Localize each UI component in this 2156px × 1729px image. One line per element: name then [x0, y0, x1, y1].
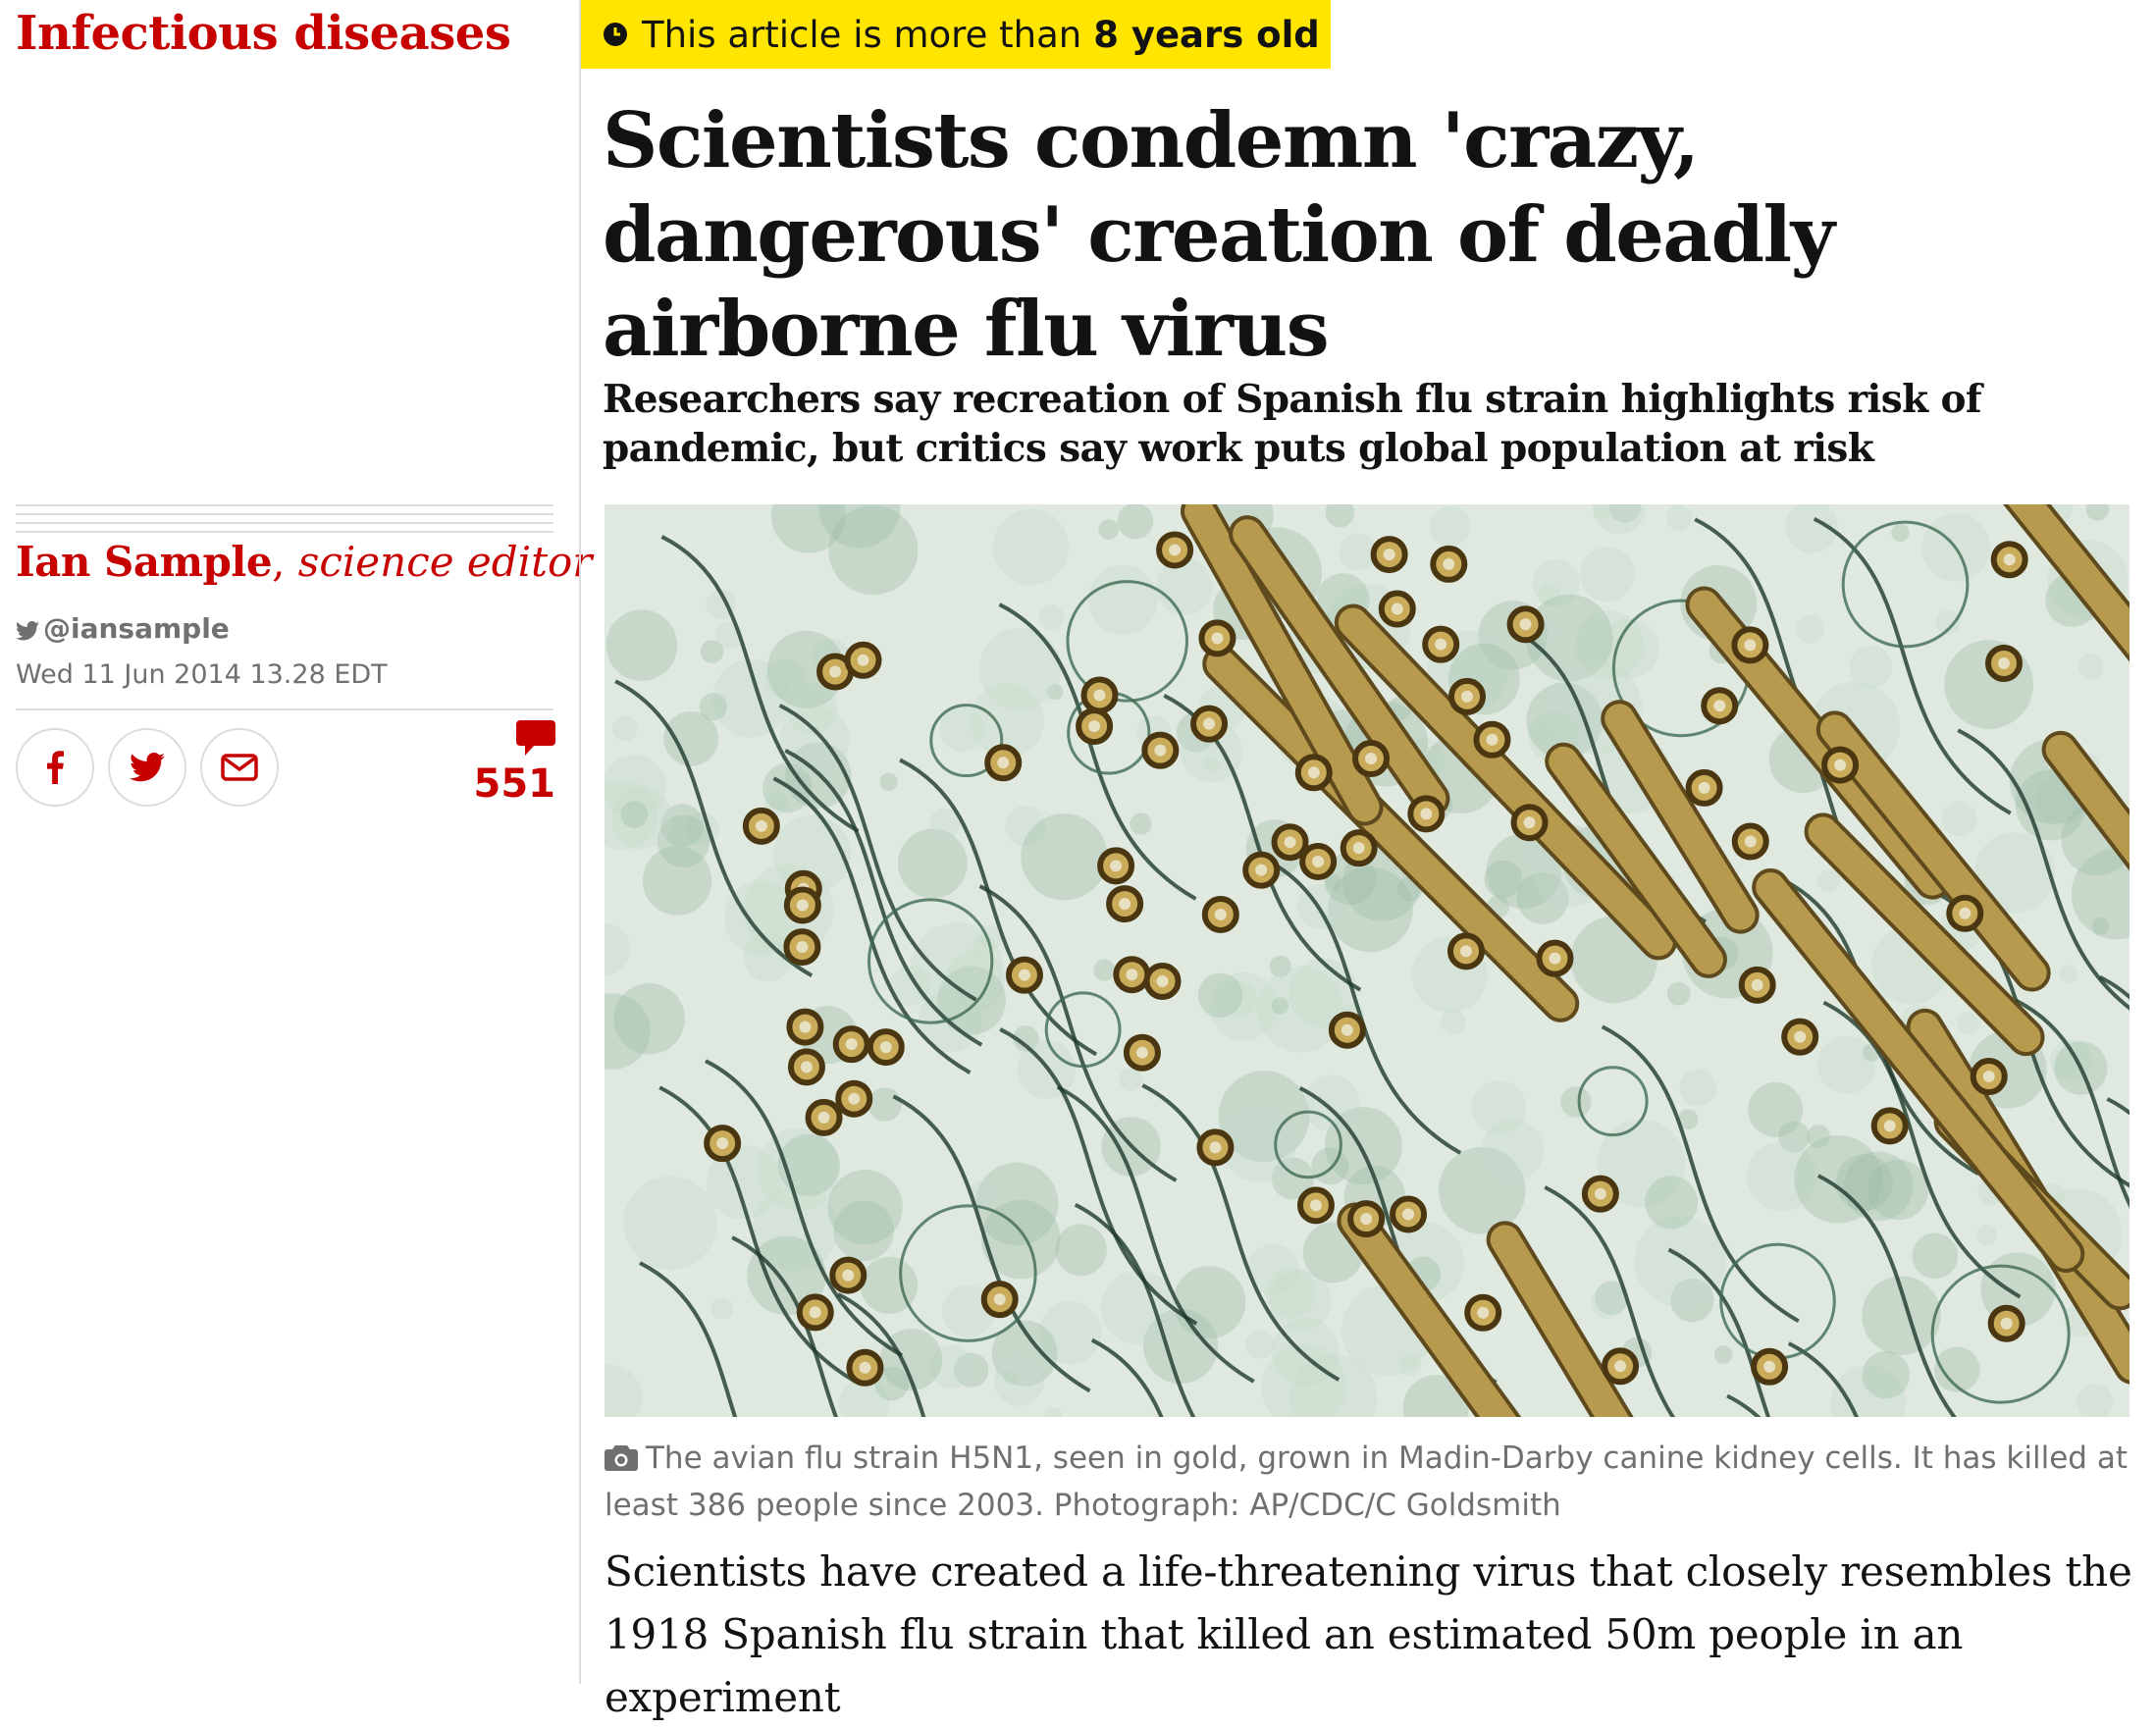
twitter-icon: [16, 621, 39, 641]
publish-date: Wed 11 Jun 2014 13.28 EDT: [16, 659, 388, 690]
twitter-handle: @iansample: [43, 612, 230, 645]
age-warning-text: This article is more than: [642, 13, 1082, 56]
comments-link[interactable]: 551: [461, 720, 555, 807]
comment-count: 551: [473, 761, 556, 807]
article-age-warning: This article is more than 8 years old: [581, 0, 1331, 69]
camera-icon: [605, 1445, 638, 1471]
speech-bubble-icon: [516, 720, 555, 756]
byline-rules: [16, 504, 553, 540]
byline-separator: ,: [272, 538, 286, 586]
age-warning-highlight: 8 years old: [1093, 13, 1320, 56]
clock-icon: [604, 23, 627, 46]
author-twitter-link[interactable]: @iansample: [16, 612, 230, 645]
share-facebook-button[interactable]: [16, 728, 94, 807]
author-name[interactable]: Ian Sample: [16, 538, 273, 586]
section-link[interactable]: Infectious diseases: [16, 6, 511, 61]
facebook-icon: [47, 751, 64, 784]
share-email-button[interactable]: [200, 728, 279, 807]
image-caption: The avian flu strain H5N1, seen in gold,…: [605, 1435, 2135, 1529]
main-image: [605, 504, 2130, 1417]
column-divider: [579, 0, 581, 1684]
article-body-paragraph: Scientists have created a life-threateni…: [605, 1547, 2132, 1721]
article-standfirst: Researchers say recreation of Spanish fl…: [603, 377, 1982, 471]
share-twitter-button[interactable]: [108, 728, 186, 807]
meta-divider: [16, 708, 553, 710]
caption-text: The avian flu strain H5N1, seen in gold,…: [605, 1441, 2128, 1523]
virus-illustration: [605, 504, 2130, 1417]
twitter-icon: [130, 753, 165, 782]
article-headline: Scientists condemn 'crazy, dangerous' cr…: [603, 96, 1835, 374]
byline: Ian Sample, science editor: [16, 538, 592, 586]
email-icon: [221, 754, 258, 781]
author-role: science editor: [297, 538, 593, 586]
article-meta-column: Infectious diseases Ian Sample, science …: [0, 0, 592, 1684]
